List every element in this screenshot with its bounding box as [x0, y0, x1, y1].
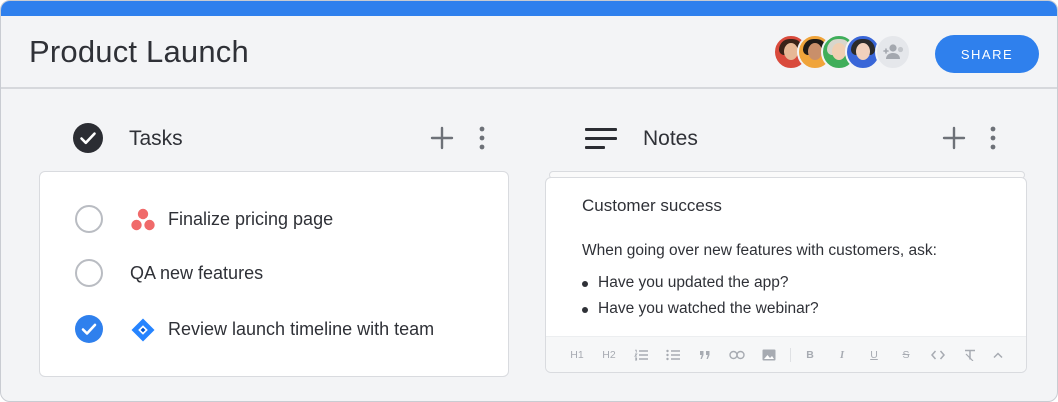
- note-body[interactable]: When going over new features with custom…: [582, 242, 937, 260]
- task-item[interactable]: Review launch timeline with team: [40, 309, 508, 349]
- strikethrough-button[interactable]: S: [897, 346, 915, 364]
- note-bullet-list[interactable]: Have you updated the app? Have you watch…: [582, 274, 819, 326]
- bold-button[interactable]: B: [801, 346, 819, 364]
- task-text: Finalize pricing page: [168, 209, 334, 229]
- notes-lines-icon: [585, 128, 617, 149]
- avatar-face: [808, 43, 822, 60]
- collapse-toolbar-button[interactable]: [989, 346, 1007, 364]
- task-checkbox[interactable]: [75, 205, 103, 233]
- notes-column-header: Notes: [585, 119, 1015, 157]
- bullet-list-icon: [666, 349, 680, 361]
- note-title[interactable]: Customer success: [582, 196, 722, 216]
- clear-format-button[interactable]: [961, 346, 979, 364]
- clear-format-icon: [965, 349, 975, 361]
- quote-icon: [700, 351, 710, 359]
- bullet-list-button[interactable]: [664, 346, 682, 364]
- add-task-button[interactable]: [429, 125, 455, 151]
- jira-icon: [131, 318, 155, 342]
- collapse-icon: [993, 352, 1003, 359]
- link-button[interactable]: [728, 346, 746, 364]
- ordered-list-button[interactable]: [632, 346, 650, 364]
- checkmark-icon: [81, 323, 97, 335]
- quote-button[interactable]: [696, 346, 714, 364]
- note-bullet[interactable]: Have you watched the webinar?: [582, 300, 819, 326]
- page-header: Product Launch SHARE: [1, 16, 1057, 89]
- code-icon: [931, 350, 945, 360]
- italic-button[interactable]: I: [833, 346, 851, 364]
- share-button[interactable]: SHARE: [935, 35, 1039, 73]
- ordered-list-icon: [634, 349, 648, 361]
- tasks-more-menu-icon[interactable]: [475, 125, 489, 151]
- notes-more-menu-icon[interactable]: [986, 125, 1000, 151]
- task-item[interactable]: Finalize pricing page: [40, 199, 508, 239]
- heading-1-button[interactable]: H1: [568, 346, 586, 364]
- task-text: QA new features: [130, 263, 264, 283]
- page-title: Product Launch: [29, 34, 249, 69]
- tasks-column-header: Tasks: [71, 119, 501, 157]
- tasks-card: Finalize pricing page QA new features Re…: [39, 171, 509, 377]
- note-card[interactable]: Customer success When going over new fea…: [545, 177, 1027, 373]
- task-checkbox-checked[interactable]: [75, 315, 103, 343]
- editor-toolbar: H1 H2 B I U S: [546, 336, 1026, 372]
- image-icon: [762, 349, 776, 361]
- asana-icon: [131, 208, 155, 231]
- code-button[interactable]: [929, 346, 947, 364]
- tasks-column-title: Tasks: [129, 127, 183, 150]
- note-bullet[interactable]: Have you updated the app?: [582, 274, 819, 300]
- link-icon: [729, 350, 745, 360]
- avatar-face: [784, 43, 798, 60]
- toolbar-divider: [790, 348, 791, 362]
- task-text: Review launch timeline with team: [168, 319, 435, 339]
- app-window: Product Launch SHARE Tasks Notes Finaliz…: [0, 0, 1058, 402]
- image-button[interactable]: [760, 346, 778, 364]
- top-accent-bar: [1, 1, 1057, 16]
- underline-button[interactable]: U: [865, 346, 883, 364]
- member-avatars[interactable]: [773, 34, 923, 70]
- add-member-button[interactable]: [875, 34, 911, 70]
- notes-column-title: Notes: [643, 127, 698, 150]
- check-circle-icon: [73, 123, 103, 153]
- add-note-button[interactable]: [941, 125, 967, 151]
- avatar-face: [832, 43, 846, 60]
- task-checkbox[interactable]: [75, 259, 103, 287]
- task-item[interactable]: QA new features: [40, 253, 508, 293]
- add-person-icon: [883, 44, 904, 59]
- avatar-face: [856, 43, 870, 60]
- heading-2-button[interactable]: H2: [600, 346, 618, 364]
